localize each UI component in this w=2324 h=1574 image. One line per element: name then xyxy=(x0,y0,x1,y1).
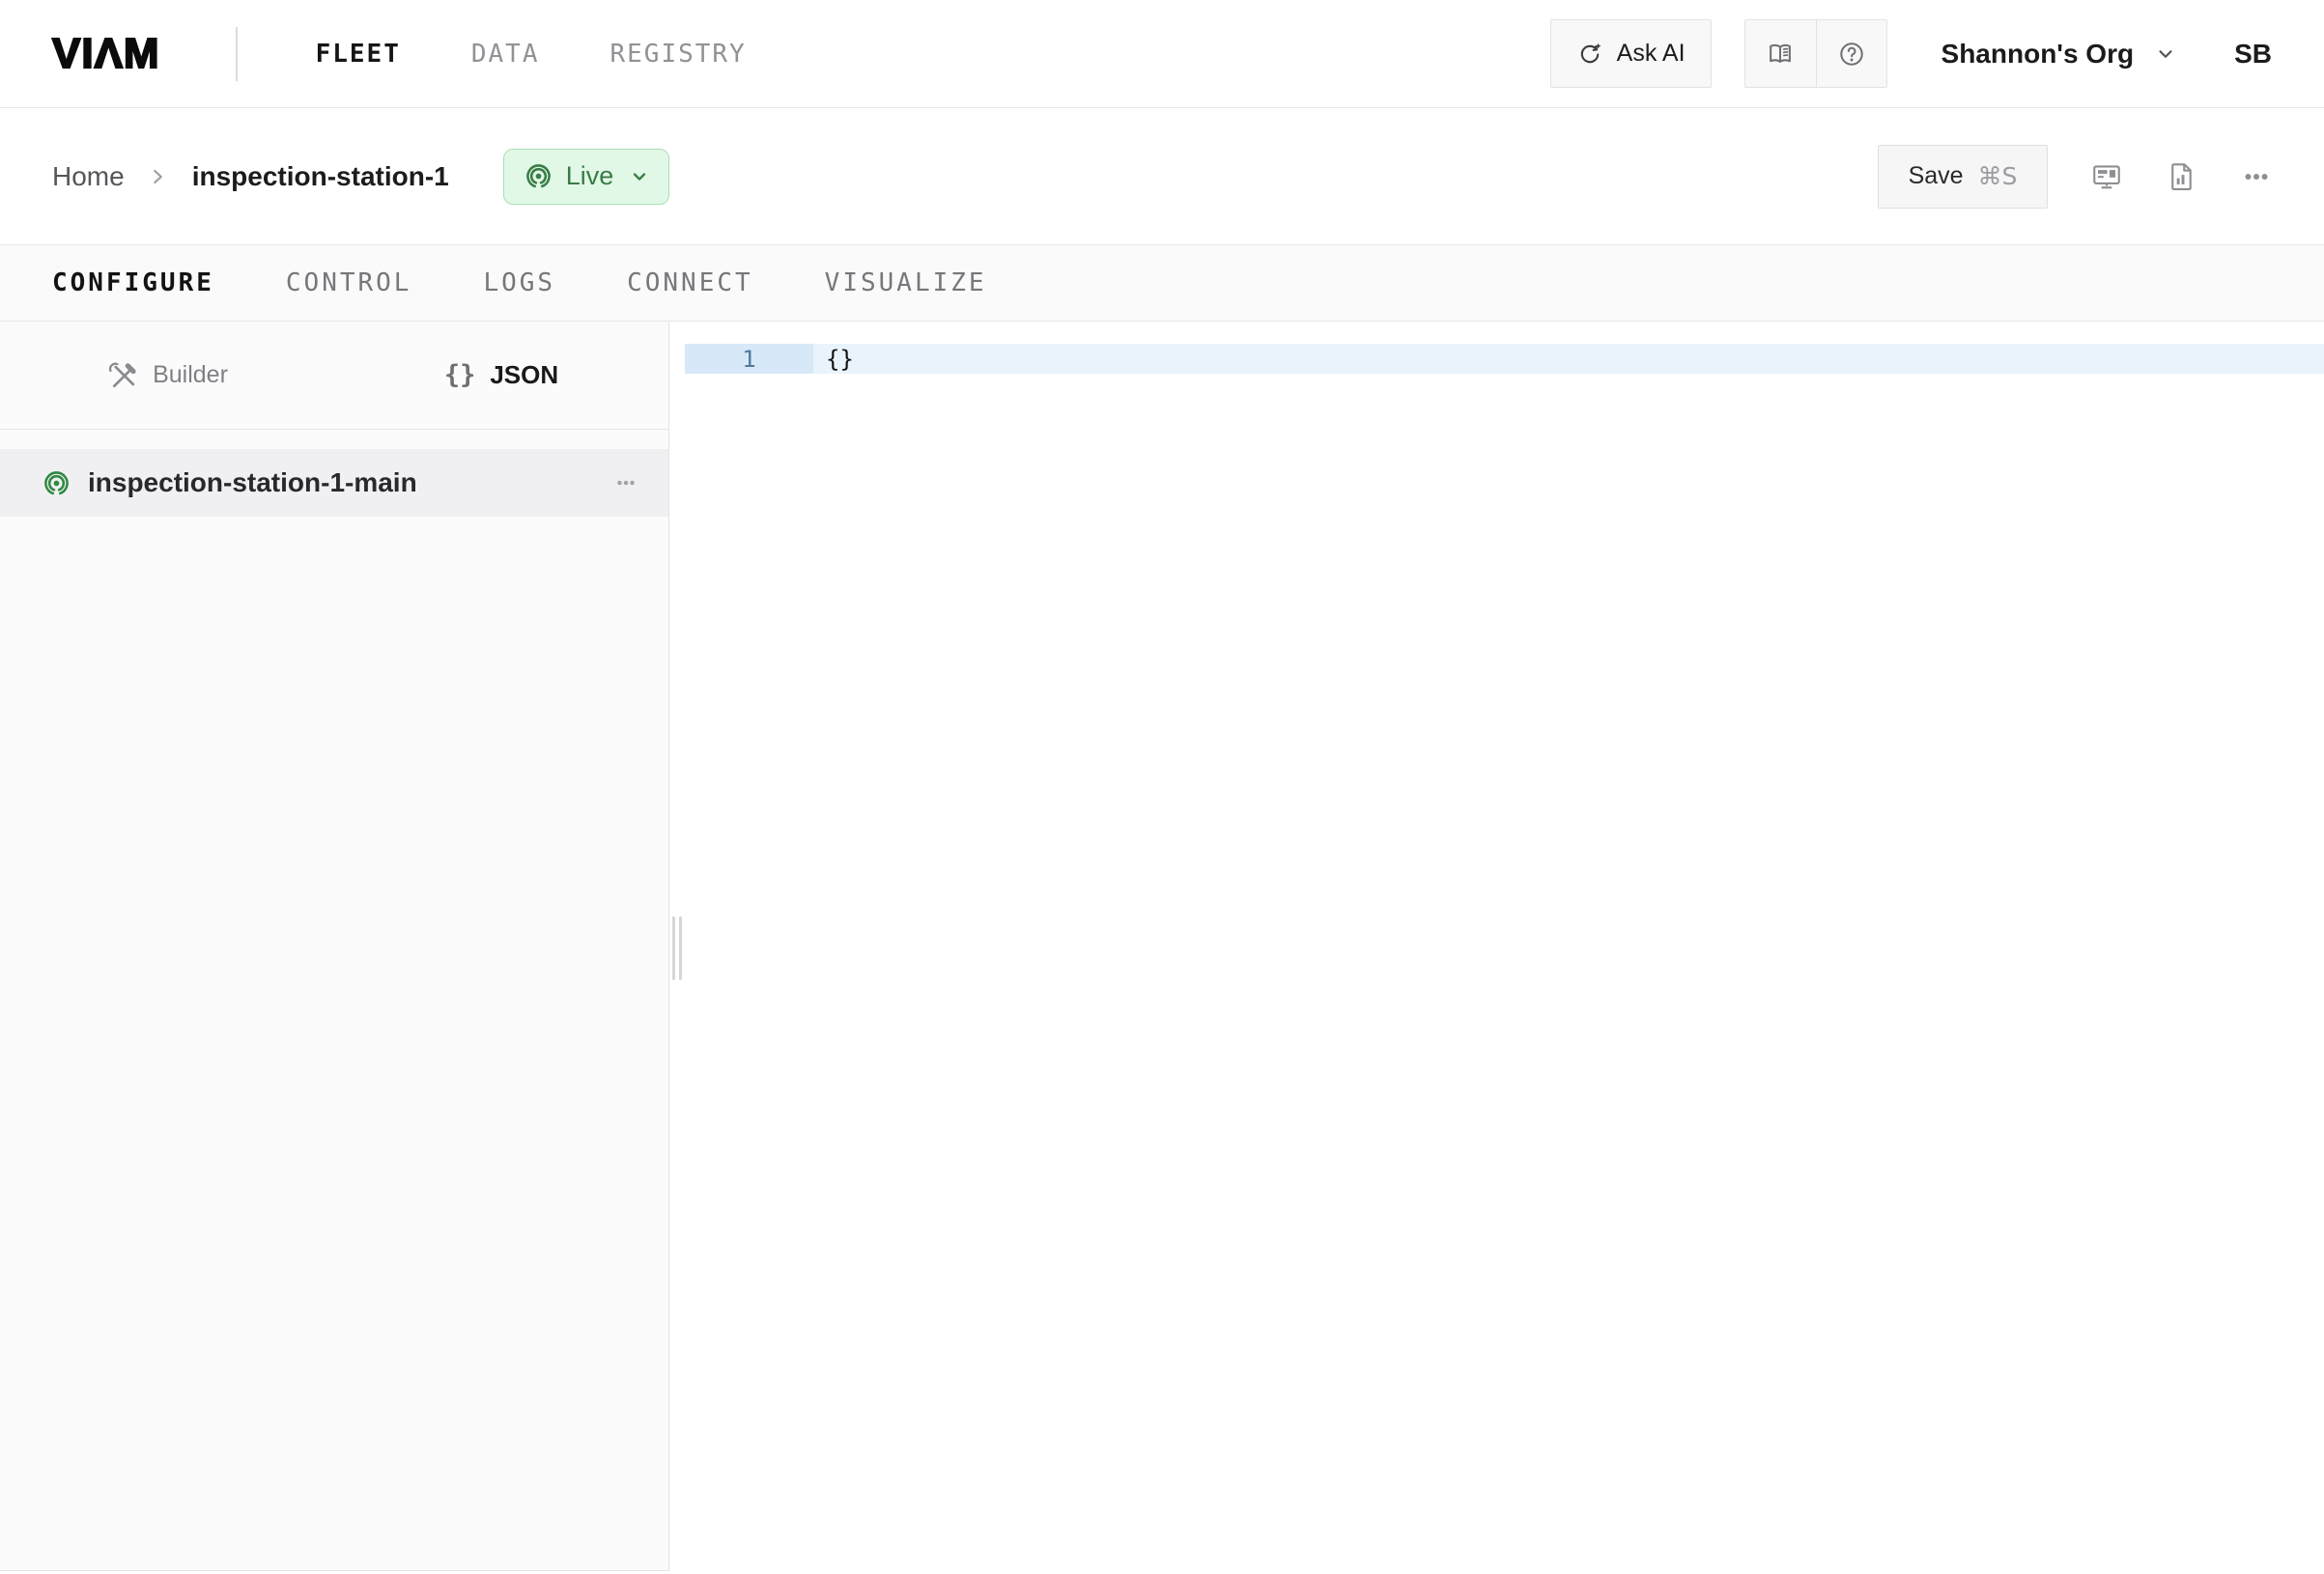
config-mode-toggle: Builder {} JSON xyxy=(0,322,668,430)
tab-configure[interactable]: CONFIGURE xyxy=(52,268,214,297)
save-button[interactable]: Save ⌘S xyxy=(1878,145,2048,209)
machine-part-row[interactable]: inspection-station-1-main xyxy=(0,449,668,517)
configure-main-area: Builder {} JSON inspection-station-1-mai… xyxy=(0,322,2324,1574)
org-name: Shannon's Org xyxy=(1941,39,2135,70)
resize-grip-bar xyxy=(672,916,675,980)
machine-name: inspection-station-1 xyxy=(192,161,449,192)
help-button[interactable] xyxy=(1816,20,1886,87)
braces-icon: {} xyxy=(444,360,476,390)
nav-item-fleet[interactable]: FLEET xyxy=(316,40,401,69)
documentation-button[interactable] xyxy=(1745,20,1816,87)
breadcrumb-home-link[interactable]: Home xyxy=(52,161,125,192)
line-number-gutter: 1 xyxy=(685,344,813,374)
editor-active-line: 1 {} xyxy=(685,344,2324,374)
question-mark-icon xyxy=(1837,40,1866,69)
panel-resize-handle[interactable] xyxy=(663,322,692,1574)
tab-connect[interactable]: CONNECT xyxy=(627,268,753,297)
part-menu-button[interactable] xyxy=(612,469,639,496)
more-actions-button[interactable] xyxy=(2241,161,2272,192)
machine-header-bar: Home inspection-station-1 Live Save ⌘S xyxy=(0,108,2324,244)
tab-logs[interactable]: LOGS xyxy=(483,268,555,297)
chevron-down-icon xyxy=(630,167,649,186)
file-chart-report-button[interactable] xyxy=(2166,160,2198,193)
code-line-content[interactable]: {} xyxy=(813,344,2324,374)
chevron-right-icon xyxy=(146,165,169,188)
user-avatar[interactable]: SB xyxy=(2234,39,2272,70)
tab-control[interactable]: CONTROL xyxy=(286,268,412,297)
json-mode-label: JSON xyxy=(490,360,558,390)
json-mode-button[interactable]: {} JSON xyxy=(334,322,668,429)
ask-ai-button[interactable]: Ask AI xyxy=(1550,19,1712,88)
hammer-wrench-icon xyxy=(106,359,138,391)
part-broadcast-icon xyxy=(42,468,71,498)
org-switcher[interactable]: Shannon's Org xyxy=(1941,39,2177,70)
nav-divider xyxy=(236,27,238,81)
builder-mode-button[interactable]: Builder xyxy=(0,322,334,429)
nav-item-registry[interactable]: REGISTRY xyxy=(609,40,746,69)
save-shortcut: ⌘S xyxy=(1978,162,2018,190)
config-side-panel: Builder {} JSON inspection-station-1-mai… xyxy=(0,322,669,1571)
tab-visualize[interactable]: VISUALIZE xyxy=(825,268,987,297)
machine-tab-bar: CONFIGURE CONTROL LOGS CONNECT VISUALIZE xyxy=(0,244,2324,322)
help-button-group xyxy=(1744,19,1887,88)
machine-part-name: inspection-station-1-main xyxy=(88,467,596,498)
resize-grip-bar xyxy=(679,916,682,980)
live-broadcast-icon xyxy=(524,161,553,191)
book-icon xyxy=(1766,40,1795,69)
ask-ai-label: Ask AI xyxy=(1617,40,1686,68)
top-nav: VIΛM FLEET DATA REGISTRY Ask AI xyxy=(0,0,2324,108)
json-code-editor[interactable]: 1 {} xyxy=(669,322,2324,1574)
chevron-down-icon xyxy=(2155,43,2176,65)
save-label: Save xyxy=(1909,162,1964,190)
status-badge-label: Live xyxy=(566,161,614,191)
viam-logo[interactable]: VIΛM xyxy=(52,30,160,78)
nav-item-data[interactable]: DATA xyxy=(471,40,540,69)
primary-nav: FLEET DATA REGISTRY xyxy=(316,40,747,69)
machine-status-dropdown[interactable]: Live xyxy=(503,149,670,205)
remote-control-display-button[interactable] xyxy=(2090,160,2123,193)
builder-mode-label: Builder xyxy=(153,361,228,389)
ask-ai-sparkle-refresh-icon xyxy=(1576,41,1603,68)
